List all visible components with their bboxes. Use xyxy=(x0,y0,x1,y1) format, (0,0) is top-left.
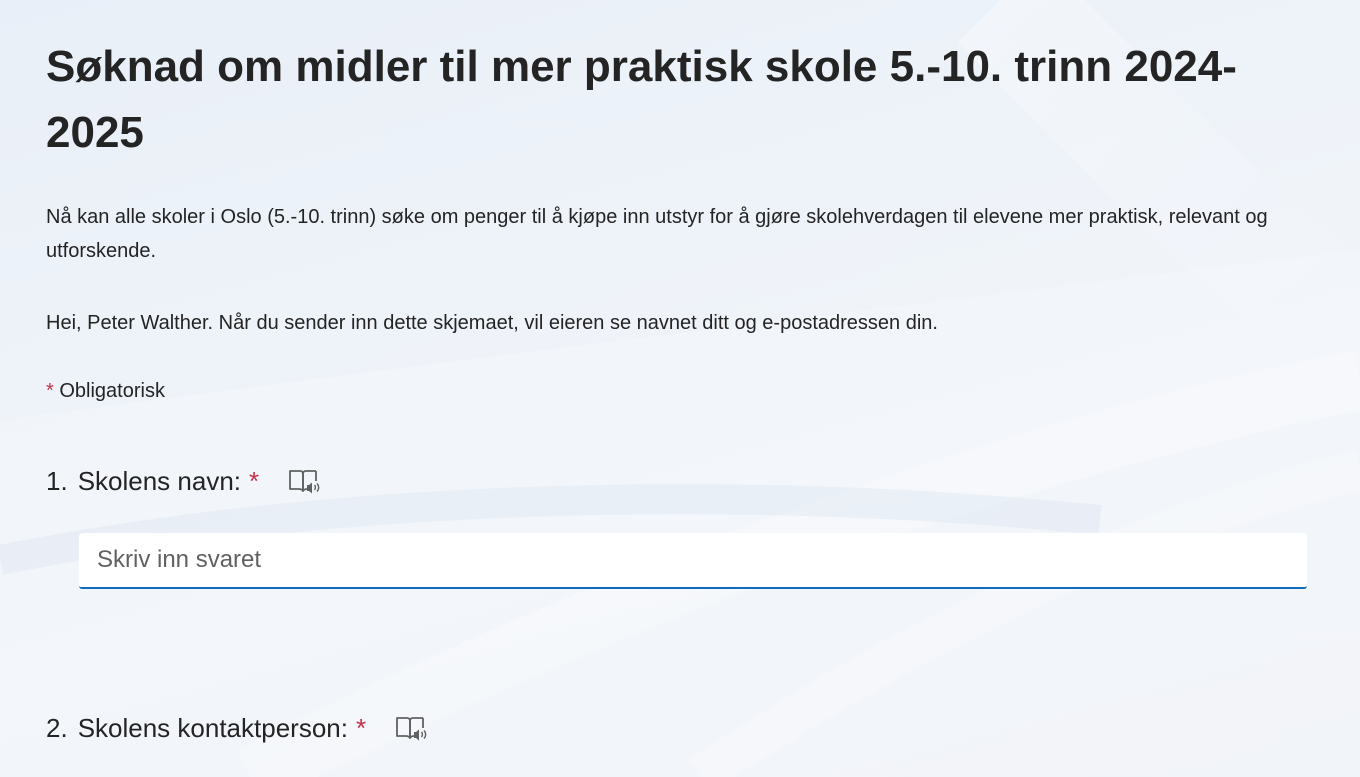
required-asterisk: * xyxy=(355,713,367,743)
question-2: 2. Skolens kontaktperson: * xyxy=(46,711,428,745)
required-label: Obligatorisk xyxy=(59,380,165,402)
immersive-reader-icon[interactable] xyxy=(394,713,428,743)
page-title: Søknad om midler til mer praktisk skole … xyxy=(46,42,1237,157)
required-note: * Obligatorisk xyxy=(46,374,165,408)
question-number: 1. xyxy=(46,466,68,496)
form-description: Nå kan alle skoler i Oslo (5.-10. trinn)… xyxy=(46,206,1268,262)
question-label: Skolens kontaktperson: xyxy=(77,713,348,743)
question-number: 2. xyxy=(46,713,68,743)
user-greeting: Hei, Peter Walther. Når du sender inn de… xyxy=(46,312,938,334)
question-1: 1. Skolens navn: * xyxy=(46,464,321,498)
answer-input-school-name[interactable] xyxy=(79,533,1307,589)
required-asterisk: * xyxy=(249,466,260,496)
immersive-reader-icon[interactable] xyxy=(287,466,321,496)
required-asterisk: * xyxy=(46,380,54,402)
question-label: Skolens navn: xyxy=(77,466,242,496)
